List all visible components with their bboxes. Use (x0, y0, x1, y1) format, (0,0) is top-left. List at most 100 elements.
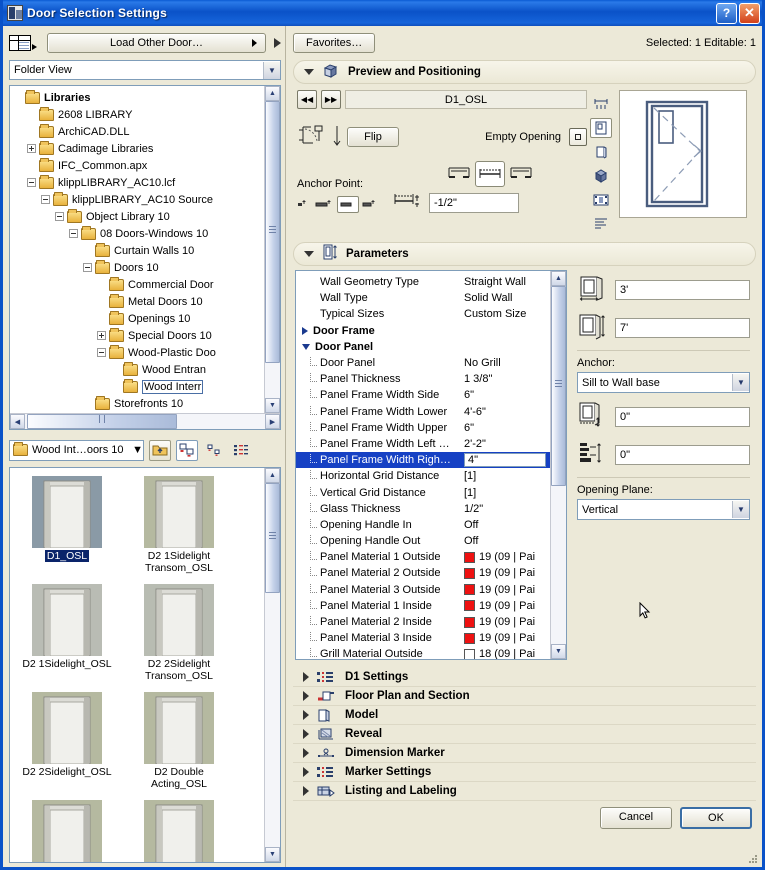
thumbnail-scroll-thumb[interactable] (265, 483, 280, 593)
material-color-swatch[interactable] (464, 616, 475, 628)
collapse-icon[interactable] (41, 195, 50, 204)
close-button[interactable]: ✕ (739, 2, 760, 24)
favorites-button[interactable]: Favorites… (293, 33, 376, 53)
tree-item[interactable]: klippLIBRARY_AC10.lcf (13, 174, 280, 191)
small-icons-view-icon[interactable] (203, 440, 225, 461)
parameter-row[interactable]: Door Panel (296, 339, 566, 355)
large-icons-view-icon[interactable] (176, 439, 198, 461)
parameter-row[interactable]: Panel Frame Width Side 6" (296, 387, 566, 403)
parameter-row[interactable]: Panel Frame Width Left … 2'-2" (296, 436, 566, 452)
thumbnail-item[interactable]: D2 1Sidelight_OSL (18, 584, 116, 682)
chevron-right-icon[interactable] (303, 729, 309, 739)
thumbnail-item[interactable]: D2 2Sidelight_OSL (18, 692, 116, 790)
dimension-preview-icon[interactable] (590, 94, 612, 114)
help-button[interactable]: ? (716, 2, 737, 24)
library-tree[interactable]: Libraries 2608 LIBRARY ArchiCAD.DLL Cadimag… (9, 85, 281, 430)
3d-axonometric-icon[interactable] (590, 166, 612, 186)
parameter-scroll-thumb[interactable] (551, 286, 566, 486)
parameter-list[interactable]: Wall Geometry Type Straight Wall Wall Type… (295, 270, 567, 660)
tree-item[interactable]: Object Library 10 (13, 208, 280, 225)
folder-view-select[interactable]: Folder View ▼ (9, 60, 281, 80)
tree-item[interactable]: ArchiCAD.DLL (13, 123, 280, 140)
parameters-section-header[interactable]: Parameters (293, 242, 756, 266)
collapse-icon[interactable] (83, 263, 92, 272)
thumbnail-item[interactable]: D2 Double Acting_OSL (130, 692, 228, 790)
cancel-button[interactable]: Cancel (600, 807, 672, 829)
expand-icon[interactable] (97, 331, 106, 340)
opening-plane-select[interactable]: Vertical ▼ (577, 499, 750, 520)
section-header-listing-and-labeling[interactable]: Listing and Labeling (293, 782, 756, 801)
anchor-option-right-selected[interactable] (337, 196, 359, 213)
current-folder-select[interactable]: Wood Int…oors 10 ▼ (9, 439, 144, 461)
collapse-icon[interactable] (97, 348, 106, 357)
parameter-row[interactable]: Panel Material 2 Inside 19 (09 | Pai (296, 614, 566, 630)
chevron-right-icon[interactable] (303, 672, 309, 682)
material-color-swatch[interactable] (464, 632, 475, 644)
3d-front-view-icon[interactable] (590, 142, 612, 162)
parameter-row[interactable]: Panel Material 1 Outside 19 (09 | Pai (296, 549, 566, 565)
sill-height-input[interactable]: 0" (615, 406, 750, 427)
parameter-vertical-scrollbar[interactable]: ▲ ▼ (550, 271, 566, 659)
scroll-left-arrow-icon[interactable]: ◀ (10, 414, 25, 429)
3d-model-preview-icon[interactable] (590, 190, 612, 210)
chevron-right-icon[interactable] (303, 767, 309, 777)
tree-item[interactable]: Storefronts 10 (13, 395, 280, 412)
ok-button[interactable]: OK (680, 807, 752, 829)
anchor-option-far-right-icon[interactable] (362, 196, 378, 213)
previous-object-button[interactable]: ◀◀ (297, 90, 317, 109)
chevron-right-icon[interactable] (303, 748, 309, 758)
wall-offset-input[interactable]: -1/2" (429, 192, 519, 213)
tree-item[interactable]: Wood Entran (13, 361, 280, 378)
resize-grip-icon[interactable] (748, 854, 758, 864)
parameter-row[interactable]: Panel Frame Width Lower 4'-6" (296, 404, 566, 420)
chevron-right-icon[interactable] (303, 710, 309, 720)
parameter-list-preview-icon[interactable] (590, 214, 612, 234)
tree-item[interactable]: Openings 10 (13, 310, 280, 327)
wall-position-center-selected[interactable] (475, 161, 505, 187)
scroll-down-arrow-icon[interactable]: ▼ (551, 644, 566, 659)
chevron-right-icon[interactable] (303, 691, 309, 701)
tree-item[interactable]: 08 Doors-Windows 10 (13, 225, 280, 242)
parameter-row[interactable]: Panel Frame Width Righ… 4" (296, 452, 566, 469)
material-color-swatch[interactable] (464, 567, 475, 579)
tree-item[interactable]: Cadimage Libraries (13, 140, 280, 157)
parameter-row[interactable]: Door Panel No Grill (296, 355, 566, 371)
list-view-icon[interactable] (9, 35, 31, 51)
section-header-floor-plan-and-section[interactable]: Floor Plan and Section (293, 687, 756, 706)
tree-item[interactable]: Libraries (13, 89, 280, 106)
scroll-up-arrow-icon[interactable]: ▲ (551, 271, 566, 286)
tree-item[interactable]: 12 Furnishings 10 (13, 412, 280, 413)
material-color-swatch[interactable] (464, 600, 475, 612)
material-color-swatch[interactable] (464, 584, 475, 596)
scroll-down-arrow-icon[interactable]: ▼ (265, 847, 280, 862)
scroll-right-arrow-icon[interactable]: ▶ (265, 414, 280, 429)
section-header-reveal[interactable]: Reveal (293, 725, 756, 744)
parameter-row[interactable]: Wall Type Solid Wall (296, 290, 566, 306)
panel-collapse-arrow-icon[interactable] (274, 38, 281, 48)
list-details-view-icon[interactable] (230, 440, 252, 461)
tree-hscroll-track[interactable] (25, 414, 265, 429)
tree-item[interactable]: IFC_Common.apx (13, 157, 280, 174)
expand-icon[interactable] (27, 144, 36, 153)
anchor-select[interactable]: Sill to Wall base ▼ (577, 372, 750, 393)
parameter-row[interactable]: Panel Material 3 Outside 19 (09 | Pai (296, 582, 566, 598)
parameter-scroll-track[interactable] (551, 286, 566, 644)
tree-item[interactable]: Metal Doors 10 (13, 293, 280, 310)
flip-button[interactable]: Flip (347, 127, 399, 147)
chevron-down-icon[interactable] (304, 251, 314, 257)
thumbnail-item[interactable]: D2 2Sidelight Transom_OSL (130, 584, 228, 682)
thumbnail-vertical-scrollbar[interactable]: ▲ ▼ (264, 468, 280, 862)
parameter-row[interactable]: Horizontal Grid Distance [1] (296, 468, 566, 484)
parameter-row[interactable]: Typical Sizes Custom Size (296, 306, 566, 322)
object-thumbnail-browser[interactable]: D1_OSL D2 1Sidelight Transom_OSL D2 1Sidel… (9, 467, 281, 863)
tree-hscroll-thumb[interactable] (27, 414, 177, 429)
chevron-down-icon[interactable] (304, 69, 314, 75)
tree-item[interactable]: Wood Interr (13, 378, 280, 395)
thumbnail-item[interactable] (130, 800, 228, 862)
tree-scroll-thumb[interactable] (265, 101, 280, 363)
parameter-value-input[interactable]: 4" (464, 453, 546, 468)
tree-horizontal-scrollbar[interactable]: ◀ ▶ (10, 413, 280, 429)
collapse-icon[interactable] (55, 212, 64, 221)
anchor-option-center-icon[interactable] (314, 196, 334, 213)
chevron-right-icon[interactable] (303, 786, 309, 796)
